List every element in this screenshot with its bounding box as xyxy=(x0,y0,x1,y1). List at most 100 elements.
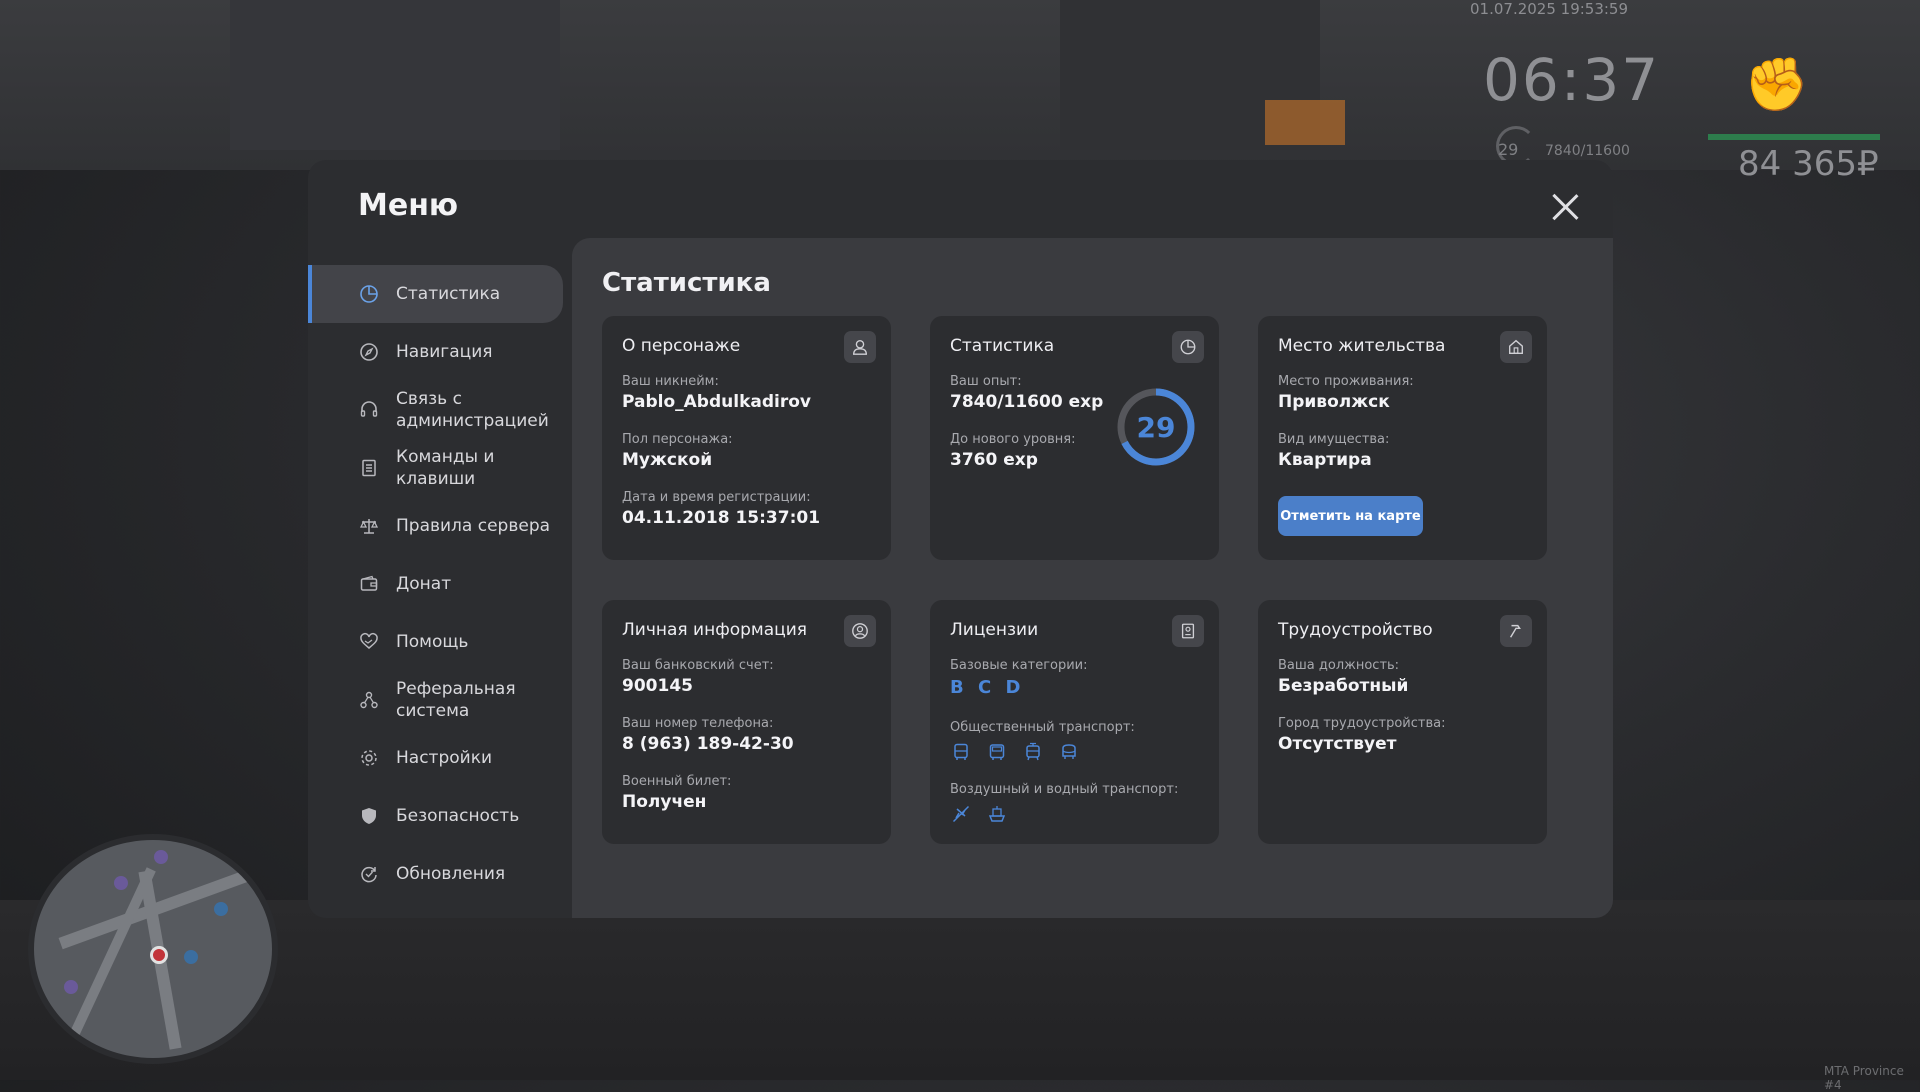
card-title: Личная информация xyxy=(622,620,808,640)
heart-hand-icon xyxy=(358,631,380,653)
card-residence: Место жительства Место проживания: Приво… xyxy=(1258,316,1547,560)
sidebar-item-rules[interactable]: Правила сервера xyxy=(308,497,563,555)
sidebar-item-statistics[interactable]: Статистика xyxy=(308,265,563,323)
public-transport-field: Общественный транспорт: xyxy=(950,720,1135,763)
document-icon xyxy=(358,457,380,479)
sidebar-item-label: Команды и клавиши xyxy=(396,447,495,489)
public-transport-label: Общественный транспорт: xyxy=(950,720,1135,735)
job-city-value: Отсутствует xyxy=(1278,734,1397,754)
close-icon[interactable] xyxy=(1548,190,1582,224)
next-level-label: До нового уровня: xyxy=(950,432,1076,447)
job-city-label: Город трудоустройства: xyxy=(1278,716,1446,731)
card-character: О персонаже Ваш никнейм: Pablo_Abdulkadi… xyxy=(602,316,891,560)
sidebar-item-navigation[interactable]: Навигация xyxy=(308,323,563,381)
content-title: Статистика xyxy=(602,268,771,298)
bus-icon xyxy=(950,741,972,763)
card-title: Место жительства xyxy=(1278,336,1446,356)
sidebar-item-updates[interactable]: Обновления xyxy=(308,845,563,903)
mark-on-map-button[interactable]: Отметить на карте xyxy=(1278,496,1423,536)
health-bar xyxy=(1708,134,1880,140)
sidebar-item-referral[interactable]: Реферальная система xyxy=(308,671,563,729)
sidebar-item-commands[interactable]: Команды и клавиши xyxy=(308,439,563,497)
network-icon xyxy=(358,689,380,711)
minimap-player-marker xyxy=(150,946,168,964)
sidebar-item-label: Обновления xyxy=(396,864,506,884)
position-label: Ваша должность: xyxy=(1278,658,1400,673)
sidebar-item-label: Правила сервера xyxy=(396,516,551,536)
hammer-icon xyxy=(1500,615,1532,647)
card-title: Трудоустройство xyxy=(1278,620,1433,640)
registration-label: Дата и время регистрации: xyxy=(622,490,811,505)
hud-clock: 06:37 xyxy=(1483,46,1661,114)
server-label: MTA Province #4 xyxy=(1824,1064,1904,1092)
card-title: О персонаже xyxy=(622,336,741,356)
sidebar-item-label: Настройки xyxy=(396,748,493,768)
property-type-value: Квартира xyxy=(1278,450,1372,470)
card-title: Лицензии xyxy=(950,620,1039,640)
hud-exp: 7840/11600 xyxy=(1545,143,1630,159)
property-type-field: Вид имущества: Квартира xyxy=(1278,432,1389,470)
base-categories-label: Базовые категории: xyxy=(950,658,1088,673)
minimap xyxy=(28,834,278,1064)
hud-money: 84 365₽ xyxy=(1738,144,1879,184)
content-area: Статистика О персонаже Ваш никнейм: Pabl… xyxy=(572,238,1613,918)
house-icon xyxy=(1500,331,1532,363)
card-title: Статистика xyxy=(950,336,1055,356)
place-label: Место проживания: xyxy=(1278,374,1414,389)
exp-label: Ваш опыт: xyxy=(950,374,1022,389)
shield-icon xyxy=(358,805,380,827)
registration-field: Дата и время регистрации: 04.11.2018 15:… xyxy=(622,490,820,528)
phone-field: Ваш номер телефона: 8 (963) 189-42-30 xyxy=(622,716,794,754)
nickname-label: Ваш никнейм: xyxy=(622,374,719,389)
minimap-road xyxy=(58,862,270,950)
sidebar-item-label: Донат xyxy=(396,574,452,594)
minimap-marker xyxy=(114,876,128,890)
sidebar-item-settings[interactable]: Настройки xyxy=(308,729,563,787)
card-employment: Трудоустройство Ваша должность: Безработ… xyxy=(1258,600,1547,844)
minimap-marker xyxy=(154,850,168,864)
exp-field: Ваш опыт: 7840/11600 exp xyxy=(950,374,1103,412)
game-background-building xyxy=(230,0,560,150)
military-label: Военный билет: xyxy=(622,774,732,789)
card-licenses: Лицензии Базовые категории: B C D Общест… xyxy=(930,600,1219,844)
gender-value: Мужской xyxy=(622,450,713,470)
scales-icon xyxy=(358,515,380,537)
phone-value: 8 (963) 189-42-30 xyxy=(622,734,794,754)
next-level-value: 3760 exp xyxy=(950,450,1038,470)
id-card-icon xyxy=(1172,615,1204,647)
gender-field: Пол персонажа: Мужской xyxy=(622,432,733,470)
boat-icon xyxy=(986,803,1008,825)
next-level-field: До нового уровня: 3760 exp xyxy=(950,432,1076,470)
minimap-marker xyxy=(184,950,198,964)
hud-level: 29 xyxy=(1498,140,1519,159)
minimap-marker xyxy=(214,902,228,916)
pie-chart-icon xyxy=(358,283,380,305)
tram-icon xyxy=(1022,741,1044,763)
trolleybus-icon xyxy=(1058,741,1080,763)
sidebar-item-admin-contact[interactable]: Связь с администрацией xyxy=(308,381,563,439)
game-background-ground xyxy=(0,900,1920,1080)
card-personal-info: Личная информация Ваш банковский счет: 9… xyxy=(602,600,891,844)
public-transport-icons xyxy=(950,741,1135,763)
refresh-icon xyxy=(358,863,380,885)
position-field: Ваша должность: Безработный xyxy=(1278,658,1408,696)
hud-datetime: 01.07.2025 19:53:59 xyxy=(1470,0,1629,18)
minimap-marker xyxy=(64,980,78,994)
sidebar-item-label: Статистика xyxy=(396,284,501,304)
level-number: 29 xyxy=(1136,410,1176,444)
coach-icon xyxy=(986,741,1008,763)
user-icon xyxy=(844,331,876,363)
fist-icon: ✊ xyxy=(1744,55,1809,115)
air-water-transport-label: Воздушный и водный транспорт: xyxy=(950,782,1179,797)
plane-icon xyxy=(950,803,972,825)
sidebar-item-security[interactable]: Безопасность xyxy=(308,787,563,845)
sidebar-item-donate[interactable]: Донат xyxy=(308,555,563,613)
military-value: Получен xyxy=(622,792,707,812)
sidebar-item-help[interactable]: Помощь xyxy=(308,613,563,671)
sidebar-item-label: Помощь xyxy=(396,632,469,652)
job-city-field: Город трудоустройства: Отсутствует xyxy=(1278,716,1445,754)
menu-title: Меню xyxy=(358,188,459,223)
phone-label: Ваш номер телефона: xyxy=(622,716,774,731)
place-field: Место проживания: Приволжск xyxy=(1278,374,1414,412)
bank-value: 900145 xyxy=(622,676,693,696)
